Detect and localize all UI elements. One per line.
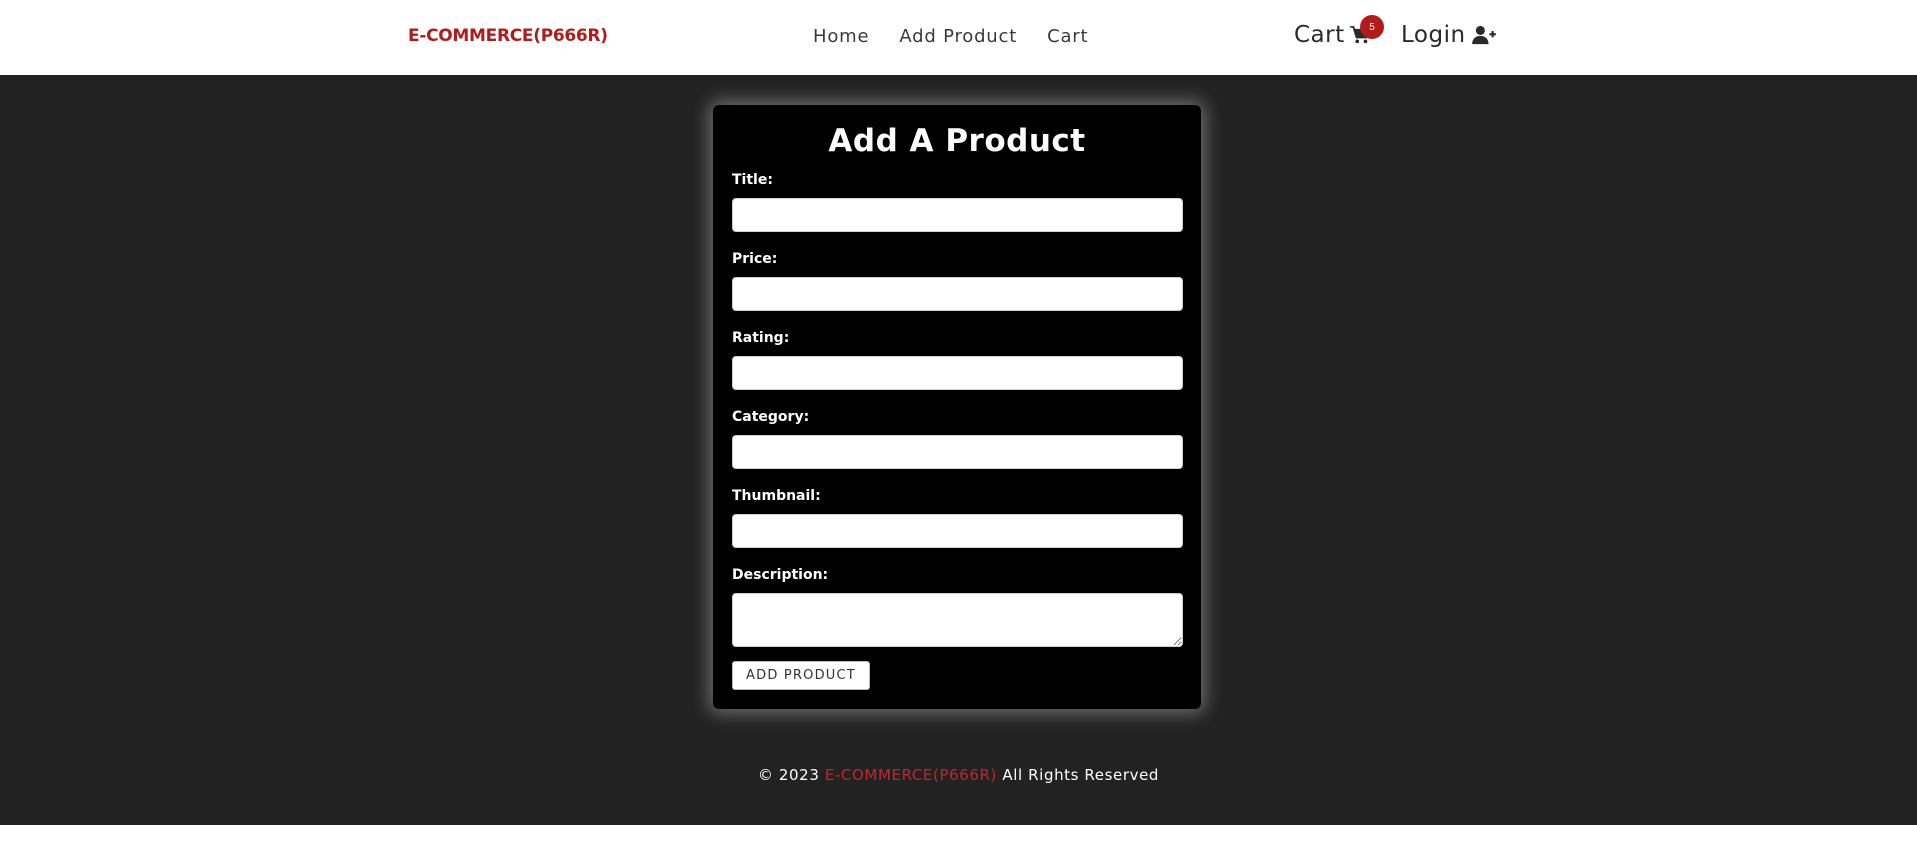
user-plus-icon — [1471, 25, 1496, 45]
footer-brand: E-COMMERCE(P666R) — [824, 766, 998, 784]
thumbnail-input[interactable] — [732, 514, 1183, 548]
add-product-form: Add A Product Title: Price: Rating: Cate… — [713, 105, 1201, 709]
login-label: Login — [1401, 22, 1466, 48]
price-input[interactable] — [732, 277, 1183, 311]
add-product-button[interactable]: ADD PRODUCT — [732, 661, 870, 690]
nav-home[interactable]: Home — [813, 26, 869, 47]
title-input[interactable] — [732, 198, 1183, 232]
description-label: Description: — [732, 567, 829, 583]
rating-input[interactable] — [732, 356, 1183, 390]
nav-add-product[interactable]: Add Product — [899, 26, 1017, 47]
site-footer: © 2023 E-COMMERCE(P666R) All Rights Rese… — [0, 766, 1917, 784]
brand-logo[interactable]: E-COMMERCE(P666R) — [408, 26, 608, 46]
category-input[interactable] — [732, 435, 1183, 469]
cart-count-badge: 5 — [1360, 15, 1384, 39]
form-title: Add A Product — [828, 123, 1086, 159]
title-label: Title: — [732, 172, 773, 188]
login-button[interactable]: Login — [1401, 22, 1496, 48]
main-content: Add A Product Title: Price: Rating: Cate… — [0, 75, 1917, 825]
footer-copyright: © 2023 — [757, 766, 820, 784]
category-label: Category: — [732, 409, 810, 425]
rating-label: Rating: — [732, 330, 790, 346]
price-label: Price: — [732, 251, 778, 267]
main-nav: Home Add Product Cart — [813, 26, 1118, 47]
description-textarea[interactable] — [732, 593, 1183, 647]
site-header: E-COMMERCE(P666R) Home Add Product Cart … — [0, 0, 1917, 75]
thumbnail-label: Thumbnail: — [732, 488, 821, 504]
cart-label: Cart — [1294, 22, 1345, 48]
footer-rights: All Rights Reserved — [1002, 766, 1160, 784]
nav-cart[interactable]: Cart — [1047, 26, 1088, 47]
